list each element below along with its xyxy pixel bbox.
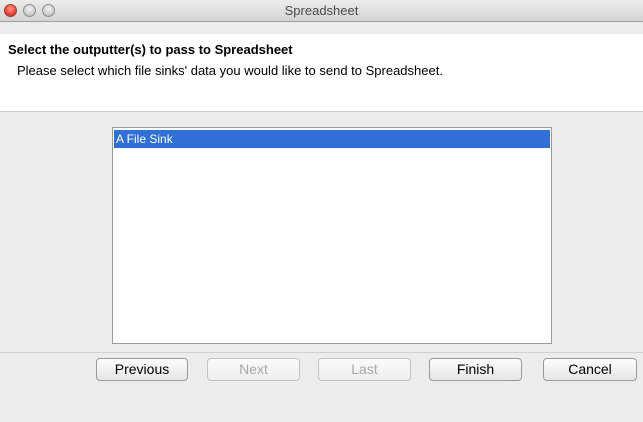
button-divider bbox=[0, 352, 643, 353]
header-panel: Select the outputter(s) to pass to Sprea… bbox=[0, 34, 643, 112]
previous-button[interactable]: Previous bbox=[96, 358, 188, 381]
step-description: Please select which file sinks' data you… bbox=[17, 63, 443, 78]
last-button[interactable]: Last bbox=[318, 358, 411, 381]
title-bar[interactable]: Spreadsheet bbox=[0, 0, 643, 22]
finish-button[interactable]: Finish bbox=[429, 358, 522, 381]
window-title: Spreadsheet bbox=[284, 3, 359, 18]
next-button[interactable]: Next bbox=[207, 358, 300, 381]
cancel-button[interactable]: Cancel bbox=[543, 358, 637, 381]
dialog-window: Spreadsheet Select the outputter(s) to p… bbox=[0, 0, 643, 422]
list-item-file-sink[interactable]: A File Sink bbox=[114, 130, 550, 148]
step-title: Select the outputter(s) to pass to Sprea… bbox=[8, 42, 293, 57]
file-sink-list[interactable]: A File Sink bbox=[112, 127, 552, 344]
